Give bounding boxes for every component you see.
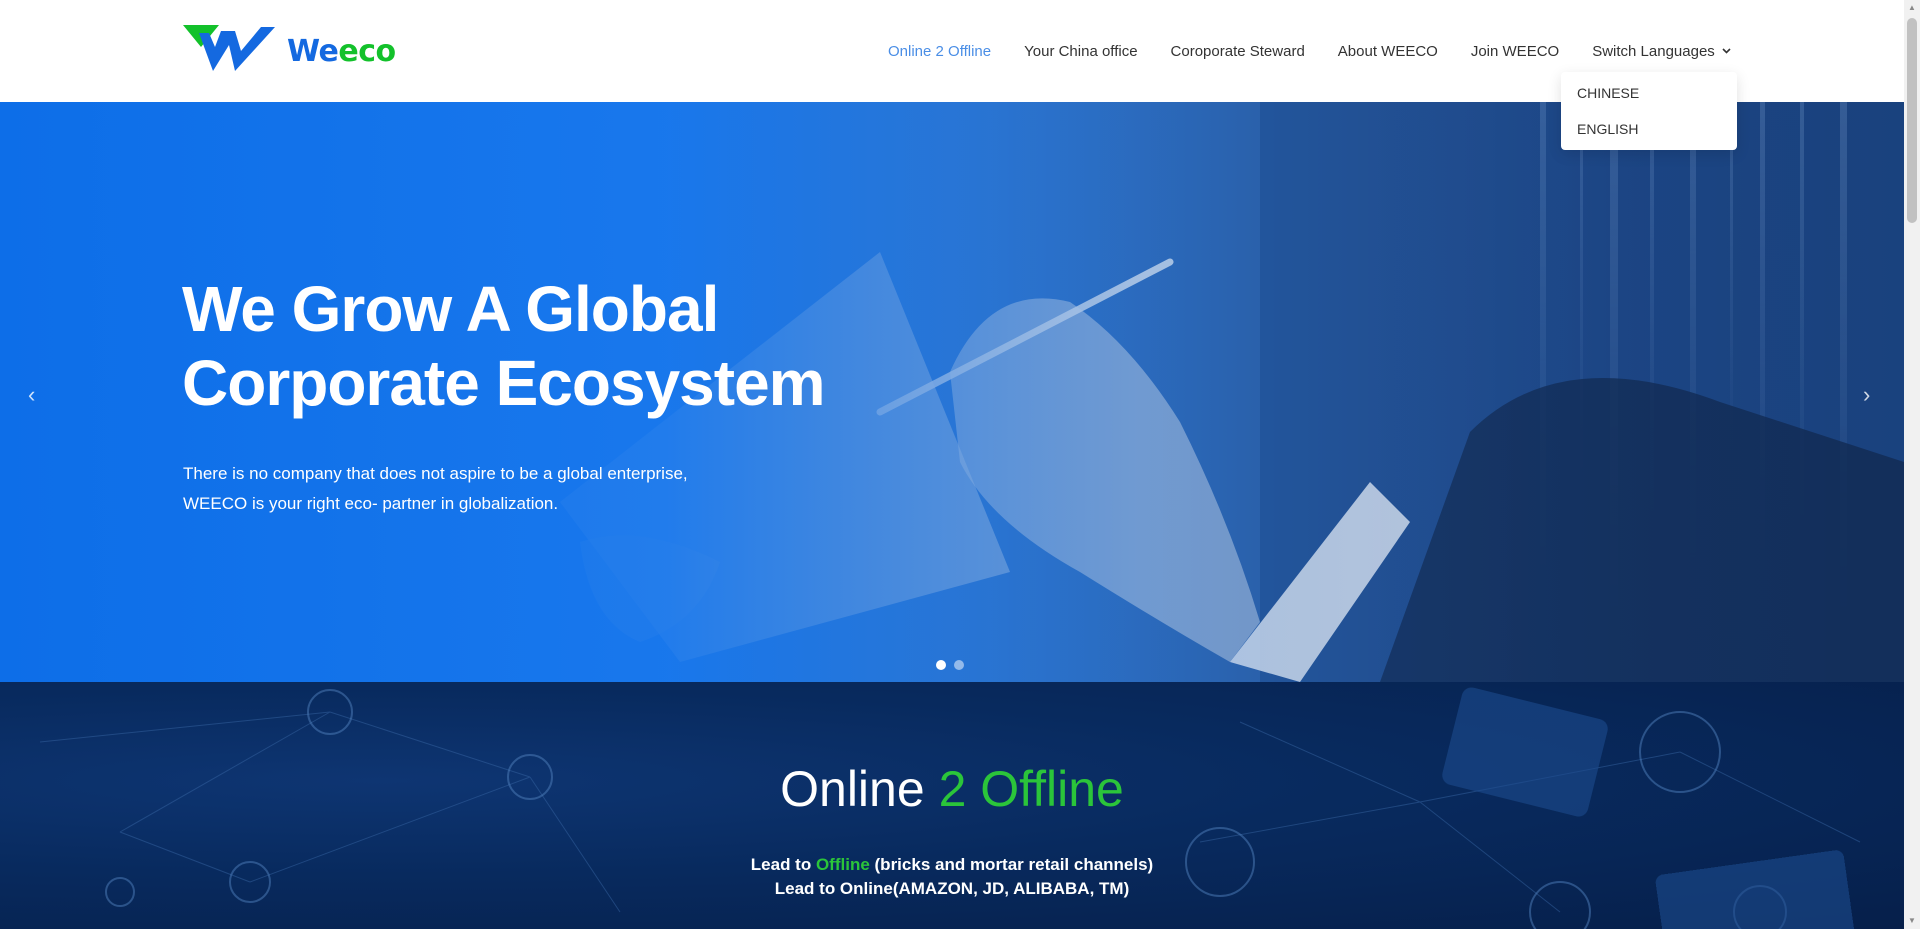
slider-dot-2[interactable] (954, 660, 964, 670)
nav-china-office[interactable]: Your China office (1024, 43, 1137, 60)
weeco-logo-icon (183, 25, 275, 71)
description-line-1: Lead to Offline (bricks and mortar retai… (750, 855, 1154, 874)
language-dropdown: CHINESE ENGLISH (1561, 72, 1737, 150)
scroll-up-icon[interactable]: ▲ (1904, 0, 1920, 16)
section-title: Online 2 Offline (780, 761, 1124, 817)
page-scrollbar[interactable]: ▲ ▼ (1904, 0, 1920, 929)
lang-option-english[interactable]: ENGLISH (1561, 120, 1737, 156)
hero-title: We Grow A Global Corporate Ecosystem (182, 273, 826, 419)
slider-prev-icon[interactable]: ‹ (28, 382, 35, 408)
hero-text: There is no company that does not aspire… (183, 464, 688, 513)
section-description: Lead to Offline (bricks and mortar retai… (0, 853, 1904, 901)
lang-option-chinese[interactable]: CHINESE (1561, 84, 1737, 120)
scrollbar-thumb[interactable] (1907, 18, 1917, 223)
slider-next-icon[interactable]: › (1863, 382, 1870, 408)
online-2-offline-section: Online 2 Offline Lead to Offline (bricks… (0, 682, 1904, 929)
description-line-2: Lead to Online(AMAZON, JD, ALIBABA, TM) (774, 879, 1130, 898)
nav-about[interactable]: About WEECO (1338, 43, 1438, 60)
nav-online-2-offline[interactable]: Online 2 Offline (888, 43, 991, 60)
logo[interactable]: Weeco (183, 25, 396, 77)
slider-dot-1[interactable] (936, 660, 946, 670)
switch-languages-menu[interactable]: Switch Languages (1592, 43, 1731, 60)
slider-pagination (936, 660, 964, 670)
hero-slider: We Grow A Global Corporate Ecosystem Ther… (0, 102, 1904, 682)
chevron-down-icon (1722, 48, 1731, 54)
switch-languages-label: Switch Languages (1592, 42, 1715, 60)
logo-text: Weeco (287, 33, 396, 69)
nav-corporate-steward[interactable]: Coroporate Steward (1171, 43, 1305, 60)
nav-join[interactable]: Join WEECO (1471, 43, 1559, 60)
scroll-down-icon[interactable]: ▼ (1904, 913, 1920, 929)
